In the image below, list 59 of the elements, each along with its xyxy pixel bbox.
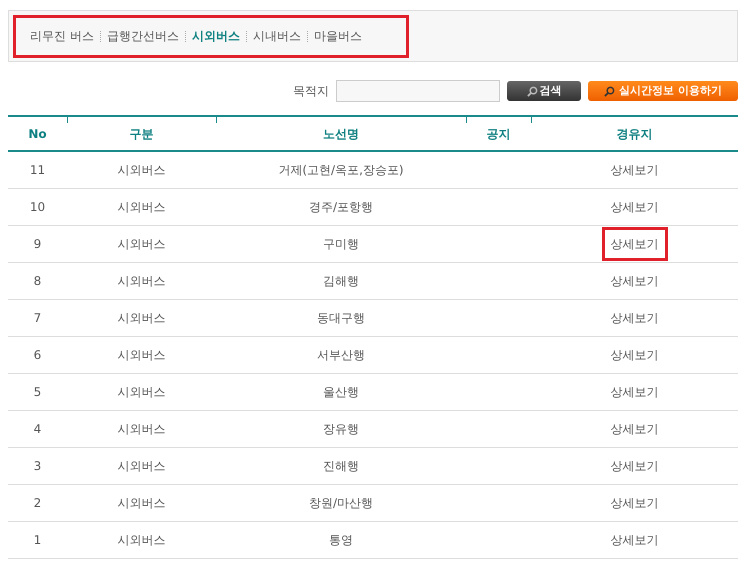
table-cell-text: 울산행 xyxy=(323,384,359,401)
column-header: 경유지 xyxy=(616,126,652,142)
table-cell-text: 시외버스 xyxy=(118,532,166,549)
bus-type-tab[interactable]: 마을버스 xyxy=(314,27,362,45)
table-cell-text: 경주/포항행 xyxy=(308,199,374,216)
table-cell-text: 시외버스 xyxy=(118,236,166,253)
detail-link[interactable]: 상세보기 xyxy=(602,412,668,446)
table-cell-text: 9 xyxy=(34,236,42,253)
bus-type-tab[interactable]: 시외버스 xyxy=(192,27,240,45)
table-cell-text: 10 xyxy=(30,199,46,216)
search-icon xyxy=(526,86,538,96)
table-cell-text: 시외버스 xyxy=(118,273,166,290)
destination-label: 목적지 xyxy=(293,83,329,100)
detail-link[interactable]: 상세보기 xyxy=(602,153,668,187)
bus-type-tab[interactable]: 리무진 버스 xyxy=(30,27,94,45)
table-cell-text: 시외버스 xyxy=(118,347,166,364)
table-cell-text: 1 xyxy=(34,532,42,549)
column-header: 노선명 xyxy=(323,126,359,142)
column-header: 구분 xyxy=(130,126,154,142)
bus-type-tab[interactable]: 시내버스 xyxy=(252,27,301,45)
table-cell-text: 시외버스 xyxy=(118,384,166,401)
detail-link[interactable]: 상세보기 xyxy=(602,486,668,520)
bus-type-tab[interactable]: 급행간선버스 xyxy=(106,27,179,45)
table-cell-text: 장유행 xyxy=(323,421,359,438)
table-cell-text: 7 xyxy=(34,310,42,327)
detail-link[interactable]: 상세보기 xyxy=(602,190,668,224)
destination-field[interactable] xyxy=(336,80,500,102)
detail-link[interactable]: 상세보기 xyxy=(602,227,668,261)
table-cell-text: 3 xyxy=(34,458,42,475)
table-cell-text: 창원/마산행 xyxy=(308,495,374,512)
table-cell-text: 2 xyxy=(34,495,42,512)
table-cell-text: 11 xyxy=(30,162,46,179)
table-cell-text: 시외버스 xyxy=(118,421,166,438)
table-cell-text: 시외버스 xyxy=(118,495,166,512)
table-cell-text: 시외버스 xyxy=(118,199,166,216)
table-cell-text: 통영 xyxy=(329,532,353,549)
table-cell-text: 8 xyxy=(34,273,42,290)
table-cell-text: 4 xyxy=(34,421,42,438)
search-icon xyxy=(604,86,616,96)
table-cell-text: 진해행 xyxy=(323,458,359,475)
table-cell-text: 6 xyxy=(34,347,42,364)
detail-link[interactable]: 상세보기 xyxy=(602,301,668,335)
detail-link[interactable]: 상세보기 xyxy=(602,338,668,372)
table-cell-text: 시외버스 xyxy=(118,310,166,327)
search-button[interactable]: 검색 xyxy=(507,81,581,101)
column-header: No xyxy=(28,126,47,142)
detail-link[interactable]: 상세보기 xyxy=(602,375,668,409)
table-cell-text: 동대구행 xyxy=(317,310,365,327)
table-cell-text: 구미행 xyxy=(323,236,359,253)
table-cell-text: 시외버스 xyxy=(118,458,166,475)
table-cell-text: 시외버스 xyxy=(118,162,166,179)
detail-link[interactable]: 상세보기 xyxy=(602,449,668,483)
detail-link[interactable]: 상세보기 xyxy=(602,523,668,557)
detail-link[interactable]: 상세보기 xyxy=(602,264,668,298)
table-cell-text: 5 xyxy=(34,384,42,401)
column-header: 공지 xyxy=(486,126,510,142)
table-cell-text: 김해행 xyxy=(323,273,359,290)
table-cell-text: 서부산행 xyxy=(317,347,365,364)
table-cell-text: 거제(고현/옥포,장승포) xyxy=(278,162,404,179)
